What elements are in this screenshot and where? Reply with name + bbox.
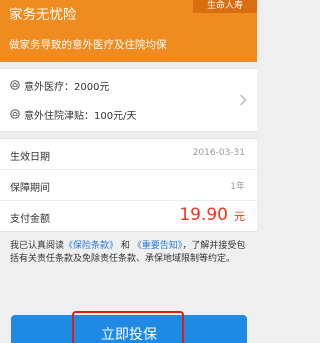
- coverage-item-hospital: 意外住院津贴：100元/天: [10, 107, 137, 122]
- coverage-period-value: 1年: [230, 182, 245, 192]
- shield-icon: [10, 80, 20, 90]
- coverage-period-row: 保障期间 1年: [0, 170, 257, 201]
- product-subtitle: 做家务导致的意外医疗及住院均保: [9, 39, 167, 51]
- agreement-and: 和: [120, 241, 130, 251]
- payment-row: 支付金额 19.90 元: [0, 201, 257, 232]
- coverage-label-medical: 意外医疗：2000元: [24, 81, 110, 93]
- payment-label: 支付金额: [10, 214, 50, 225]
- payment-amount-value: 19.90: [179, 205, 228, 225]
- agreement-prefix: 我已认真阅读: [10, 241, 65, 251]
- effective-date-row: 生效日期 2016-03-31: [0, 139, 257, 170]
- agreement-text: 我已认真阅读《保险条款》 和 《重要告知》，了解并接受包括有关责任条款及免除责任…: [10, 240, 252, 265]
- insurer-badge: 生命人寿: [193, 0, 257, 13]
- highlight-box: [72, 311, 184, 343]
- policy-details: 生效日期 2016-03-31 保障期间 1年 支付金额 19.90 元: [0, 138, 257, 232]
- important-notice-link[interactable]: 《重要告知》: [133, 241, 183, 251]
- product-title: 家务无忧险: [9, 7, 77, 23]
- payment-amount: 19.90 元: [179, 205, 245, 225]
- effective-date-label: 生效日期: [10, 152, 50, 163]
- shield-icon: [10, 109, 20, 119]
- payment-amount-unit: 元: [234, 210, 245, 223]
- product-header: 家务无忧险 生命人寿 做家务导致的意外医疗及住院均保: [0, 0, 257, 62]
- policy-terms-link[interactable]: 《保险条款》: [64, 241, 118, 251]
- chevron-right-icon[interactable]: [239, 94, 247, 106]
- coverage-period-label: 保障期间: [10, 183, 50, 194]
- effective-date-value: 2016-03-31: [192, 148, 245, 158]
- coverage-card[interactable]: 意外医疗：2000元 意外住院津贴：100元/天: [0, 68, 257, 132]
- coverage-label-hospital: 意外住院津贴：100元/天: [24, 110, 137, 122]
- coverage-item-medical: 意外医疗：2000元: [10, 78, 110, 93]
